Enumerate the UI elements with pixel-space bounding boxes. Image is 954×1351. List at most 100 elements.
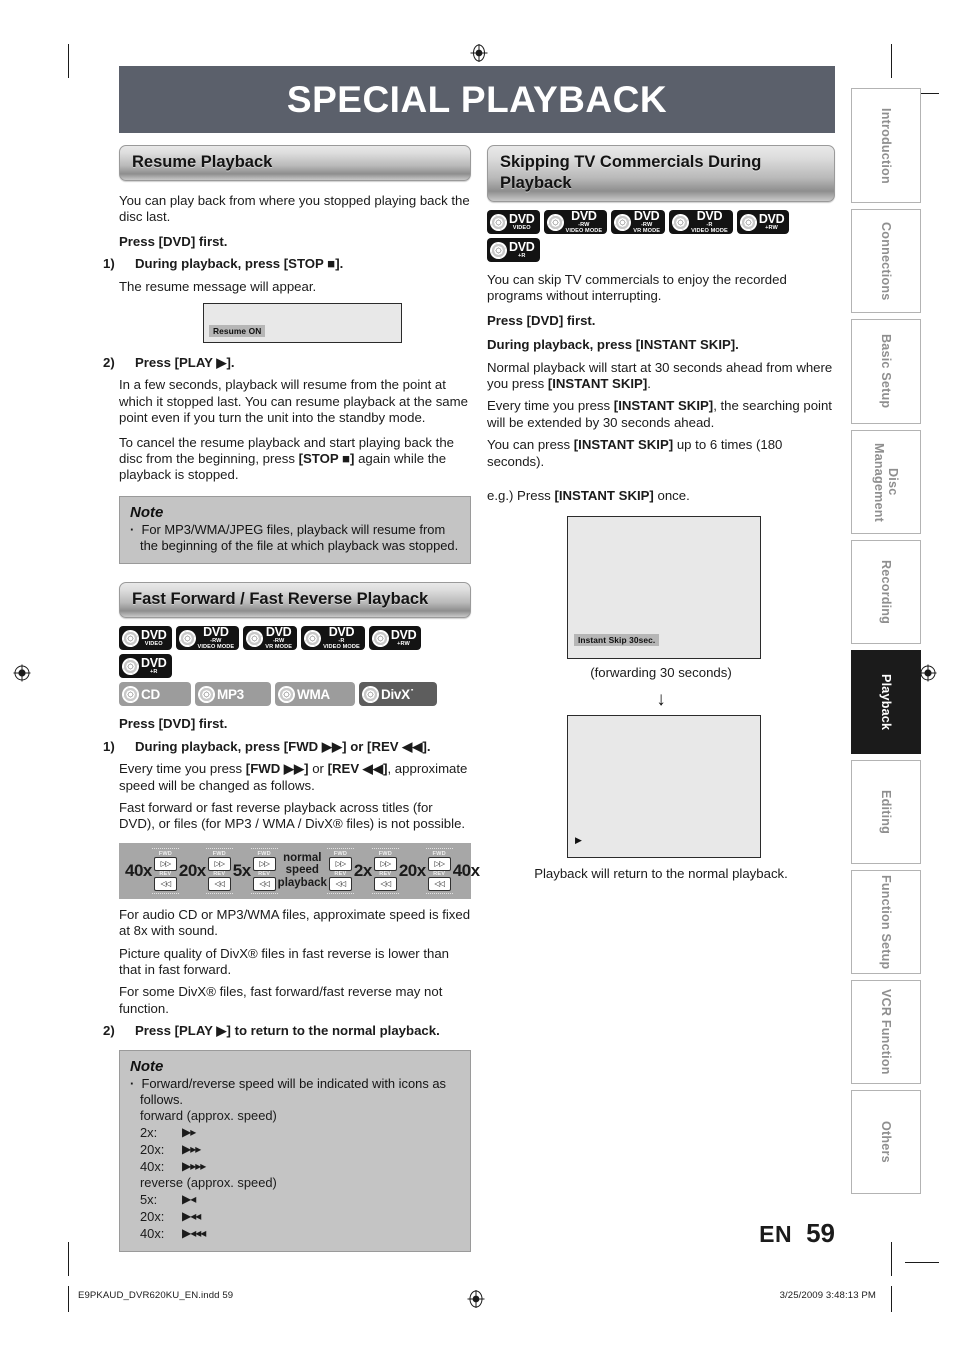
fwd-tag: FWD [432, 850, 446, 857]
ff-step-2-number: 2) [103, 1023, 115, 1039]
sidebar-tab-basic-setup[interactable]: Basic Setup [851, 319, 921, 424]
disc-badge-mp3: MP3 [195, 682, 271, 707]
rev-tag: REV [334, 870, 347, 877]
disc-icon [612, 211, 634, 233]
skip-ex-a: e.g.) Press [487, 488, 555, 504]
disc-icon [487, 239, 510, 261]
resume-note-box: Note For MP3/WMA/JPEG files, playback wi… [119, 495, 471, 565]
note-speed-row: 20x: ▶◂◂ [140, 1208, 460, 1225]
ff-press-dvd-first: Press [DVD] first. [119, 716, 228, 732]
tab-label: Editing [879, 789, 893, 835]
fwd-tag: FWD [212, 850, 226, 857]
badge-line-1: WMA [297, 686, 330, 702]
note-speed-label: 40x: [140, 1226, 165, 1242]
badge-line-1: DVD [696, 208, 723, 223]
disc-badge-dvd-video: DVD VIDEO [119, 626, 172, 651]
instant-skip-screen-before: Instant Skip 30sec. [567, 516, 761, 660]
badge-line-3: VIDEO MODE [691, 227, 728, 234]
disc-badge-dvd-rw-video-mode: DVD -RW VIDEO MODE [543, 208, 608, 234]
disc-icon [176, 627, 198, 649]
note-item: For MP3/WMA/JPEG files, playback will re… [130, 522, 460, 554]
fwd-rev-key-pair: FWD ▷▷ REV ◁◁ [371, 847, 399, 894]
instant-skip-osd-label: Instant Skip 30sec. [574, 634, 660, 647]
normal-speed-playback-label: normal speed playback [277, 851, 327, 889]
resume-press-dvd-first: Press [DVD] first. [119, 233, 228, 249]
disc-icon [301, 627, 324, 649]
rev-tag: REV [159, 870, 172, 877]
ff-step-2: 2) Press [PLAY ▶] to return to the normal… [103, 1023, 471, 1039]
ff-after-note-2: Picture quality of DivX® files in fast r… [119, 945, 450, 977]
skip-body-3: You can press [INSTANT SKIP] up to 6 tim… [487, 437, 835, 470]
disc-icon [737, 211, 760, 233]
fwd-key-icon: ▷▷ [373, 856, 397, 871]
fwd-tag: FWD [378, 850, 392, 857]
crop-mark-bottom-right [891, 1242, 892, 1276]
fwd-rev-key-pair: FWD ▷▷ REV ◁◁ [151, 847, 179, 894]
note-speed-row: 40x: ▶◂◂◂ [140, 1225, 460, 1242]
speed-label-40x-fwd: 40x [452, 860, 480, 880]
resume-step-2-number: 2) [103, 355, 115, 371]
disc-icon [119, 655, 142, 677]
note-title: Note [130, 1057, 164, 1075]
registration-mark-left [12, 663, 32, 683]
note-list: Forward/reverse speed will be indicated … [130, 1076, 460, 1108]
fast-forward-note-box: Note Forward/reverse speed will be indic… [119, 1049, 471, 1253]
sidebar-tab-connections[interactable]: Connections [851, 209, 921, 313]
sidebar-tab-introduction[interactable]: Introduction [851, 88, 921, 203]
disc-icon [669, 211, 692, 233]
ff-disc-badges-row-2: CD MP3 WMA DivX˙ [119, 682, 471, 707]
disc-icon [195, 683, 218, 705]
sidebar-tab-disc-management[interactable]: Disc Management [851, 430, 921, 534]
section-title: Resume Playback [132, 153, 273, 171]
sidebar-tab-others[interactable]: Others [851, 1090, 921, 1194]
disc-icon [369, 627, 392, 649]
fwd-key-icon: ▷▷ [427, 856, 451, 871]
left-column: Resume Playback You can play back from w… [103, 145, 480, 1253]
sidebar-tab-function-setup[interactable]: Function Setup [851, 870, 921, 974]
disc-badge-dvd-plus-rw: DVD +RW [736, 210, 790, 234]
badge-line-2: +R [517, 252, 526, 259]
resume-step-1-text: During playback, press [STOP ■]. [135, 256, 344, 272]
resume-intro: You can play back from where you stopped… [119, 193, 470, 225]
speed-label-20x-fwd: 20x [398, 860, 426, 880]
disc-icon [359, 683, 382, 705]
ff-b1c: or [308, 761, 328, 777]
tab-label: Disc Management [872, 442, 900, 522]
skip-body-2: Every time you press [INSTANT SKIP], the… [487, 398, 835, 431]
instant-skip-key: [INSTANT SKIP] [573, 437, 674, 453]
ff-after-note-3: For some DivX® files, fast forward/fast … [119, 984, 443, 1016]
fwd-tag: FWD [158, 850, 173, 857]
rev-tag: REV [433, 870, 446, 877]
speed-label-20x-rev: 20x [178, 860, 206, 880]
badge-line-2: +RW [397, 640, 410, 647]
badge-line-1: MP3 [217, 686, 244, 702]
note-speed-label: 5x: [140, 1192, 158, 1208]
language-code: EN [759, 1221, 793, 1247]
badge-line-1: DVD [141, 655, 167, 670]
badge-line-2: VIDEO [144, 640, 163, 647]
ff-step-1-body-2: Fast forward or fast reverse playback ac… [119, 799, 466, 832]
sidebar-tab-vcr-function[interactable]: VCR Function [851, 980, 921, 1084]
instant-skip-key: [INSTANT SKIP] [554, 488, 654, 504]
sidebar-tab-recording[interactable]: Recording [851, 540, 921, 644]
badge-line-1: DVD [758, 211, 785, 226]
tab-label: Connections [879, 221, 893, 301]
fast-forward-speed-diagram: 40x FWD ▷▷ REV ◁◁ 20x FWD ▷▷ REV ◁◁ 5x F… [119, 842, 480, 899]
resume-step-2-body-2: To cancel the resume playback and start … [119, 435, 471, 484]
ff-step-1-body-1: Every time you press [FWD ▶▶] or [REV ◀◀… [119, 761, 471, 794]
section-title: Skipping TV Commercials During Playback [500, 153, 762, 192]
sidebar-tab-playback[interactable]: Playback [851, 650, 921, 754]
sidebar-tab-editing[interactable]: Editing [851, 760, 921, 864]
instant-skip-key: [INSTANT SKIP] [547, 376, 648, 392]
badge-line-1: DVD [571, 208, 597, 223]
ff-fwd-key: [FWD ▶▶] [245, 761, 309, 777]
reverse-40x-icon: ▶◂◂◂ [182, 1226, 206, 1241]
fwd-key-icon: ▷▷ [328, 856, 352, 871]
note-list: For MP3/WMA/JPEG files, playback will re… [130, 522, 460, 554]
disc-icon [275, 683, 298, 705]
fwd-rev-key-pair: FWD ▷▷ REV ◁◁ [250, 847, 278, 894]
ff-rev-key: [REV ◀◀] [327, 761, 388, 777]
disc-icon [244, 627, 266, 649]
resume-on-osd-label: Resume ON [209, 325, 266, 338]
crop-mark-right-lower [905, 1262, 939, 1263]
